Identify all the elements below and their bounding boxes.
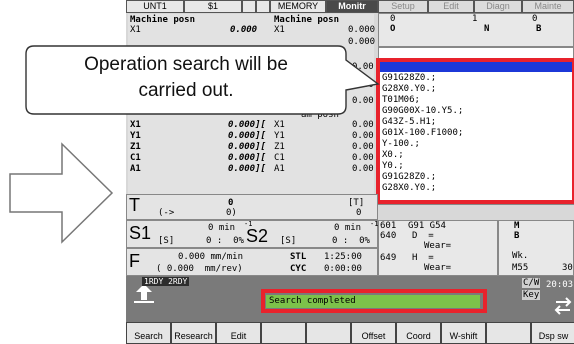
callout-line-2: carried out. [138, 80, 234, 101]
callout-line-1: Operation search will be [84, 54, 288, 75]
callout-bubble [25, 45, 380, 115]
